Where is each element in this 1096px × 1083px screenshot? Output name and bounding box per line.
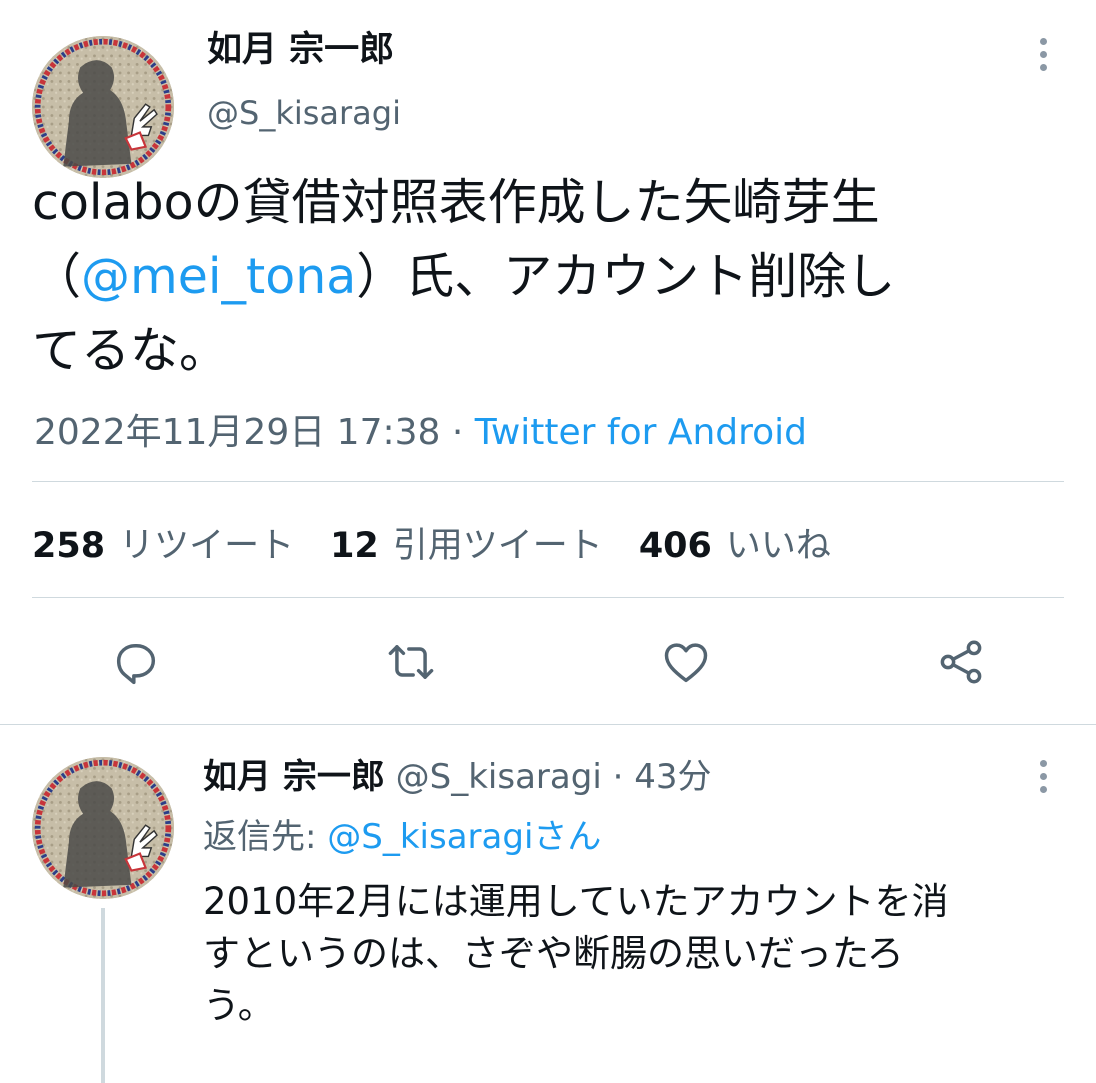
text-fragment: ）氏、アカウント削除し [356, 248, 896, 305]
avatar-image [32, 36, 174, 178]
source-link[interactable]: Twitter for Android [475, 412, 807, 453]
like-count-stat[interactable]: 406 いいね [639, 517, 831, 568]
meta-separator: · [612, 757, 624, 797]
action-bar [0, 632, 1096, 692]
reply-author-display-name[interactable]: 如月 宗一郎 [203, 757, 385, 797]
stat-count: 406 [638, 526, 712, 566]
meta-separator: · [451, 412, 464, 453]
reply-time[interactable]: 43分 [634, 757, 711, 797]
retweet-icon [388, 645, 434, 679]
replying-to-label: 返信先: [203, 817, 317, 857]
reply-text-line: う。 [203, 984, 275, 1027]
mention-link[interactable]: @mei_tona [81, 248, 356, 305]
reply-text-line: すというのは、さぞや断腸の思いだったろ [203, 932, 904, 975]
tweet-text: colaboの貸借対照表作成した矢崎芽生 （@mei_tona）氏、アカウント削… [32, 166, 1072, 388]
tweet-stats: 258 リツイート 12 引用ツイート 406 いいね [32, 517, 867, 568]
tweet-text-line: （@mei_tona）氏、アカウント削除し [32, 240, 1072, 314]
reply-avatar[interactable] [32, 757, 174, 899]
avatar[interactable] [32, 36, 174, 178]
author-handle[interactable]: @S_kisaragi [207, 97, 401, 129]
stat-label: リツイート [119, 526, 295, 566]
retweet-count-stat[interactable]: 258 リツイート [32, 517, 294, 568]
tweet-text-line: てるな。 [32, 322, 229, 379]
divider [32, 481, 1064, 482]
reply-text-line: 2010年2月には運用していたアカウントを消 [203, 880, 949, 923]
thread-connector-line [101, 908, 105, 1083]
retweet-button[interactable] [381, 632, 441, 692]
reply-button[interactable] [106, 632, 166, 692]
quote-count-stat[interactable]: 12 引用ツイート [330, 517, 603, 568]
avatar-image [32, 757, 174, 899]
reply-author-handle[interactable]: @S_kisaragi [396, 757, 602, 797]
stat-count: 12 [330, 526, 379, 566]
stat-label: いいね [725, 526, 831, 566]
text-fragment: （ [32, 248, 82, 305]
timestamp[interactable]: 2022年11月29日 17:38 [34, 412, 440, 453]
reply-icon [116, 644, 156, 685]
share-icon [940, 640, 982, 684]
stat-count: 258 [32, 526, 106, 566]
tweet-meta: 2022年11月29日 17:38 · Twitter for Android [34, 403, 807, 455]
share-button[interactable] [931, 632, 991, 692]
divider [32, 597, 1064, 598]
heart-icon [664, 643, 708, 683]
like-button[interactable] [656, 632, 716, 692]
replying-to-handle[interactable]: @S_kisaragiさん [327, 817, 601, 857]
divider [0, 724, 1096, 725]
more-options-icon[interactable] [1038, 38, 1048, 71]
reply-header: 如月 宗一郎 @S_kisaragi · 43分 [203, 760, 711, 794]
reply-more-options-icon[interactable] [1038, 760, 1048, 793]
reply-text: 2010年2月には運用していたアカウントを消 すというのは、さぞや断腸の思いだっ… [203, 876, 1063, 1032]
author-display-name[interactable]: 如月 宗一郎 [207, 33, 394, 68]
replying-to: 返信先: @S_kisaragiさん [203, 820, 601, 854]
stat-label: 引用ツイート [392, 526, 603, 566]
tweet-text-line: colaboの貸借対照表作成した矢崎芽生 [32, 174, 880, 231]
